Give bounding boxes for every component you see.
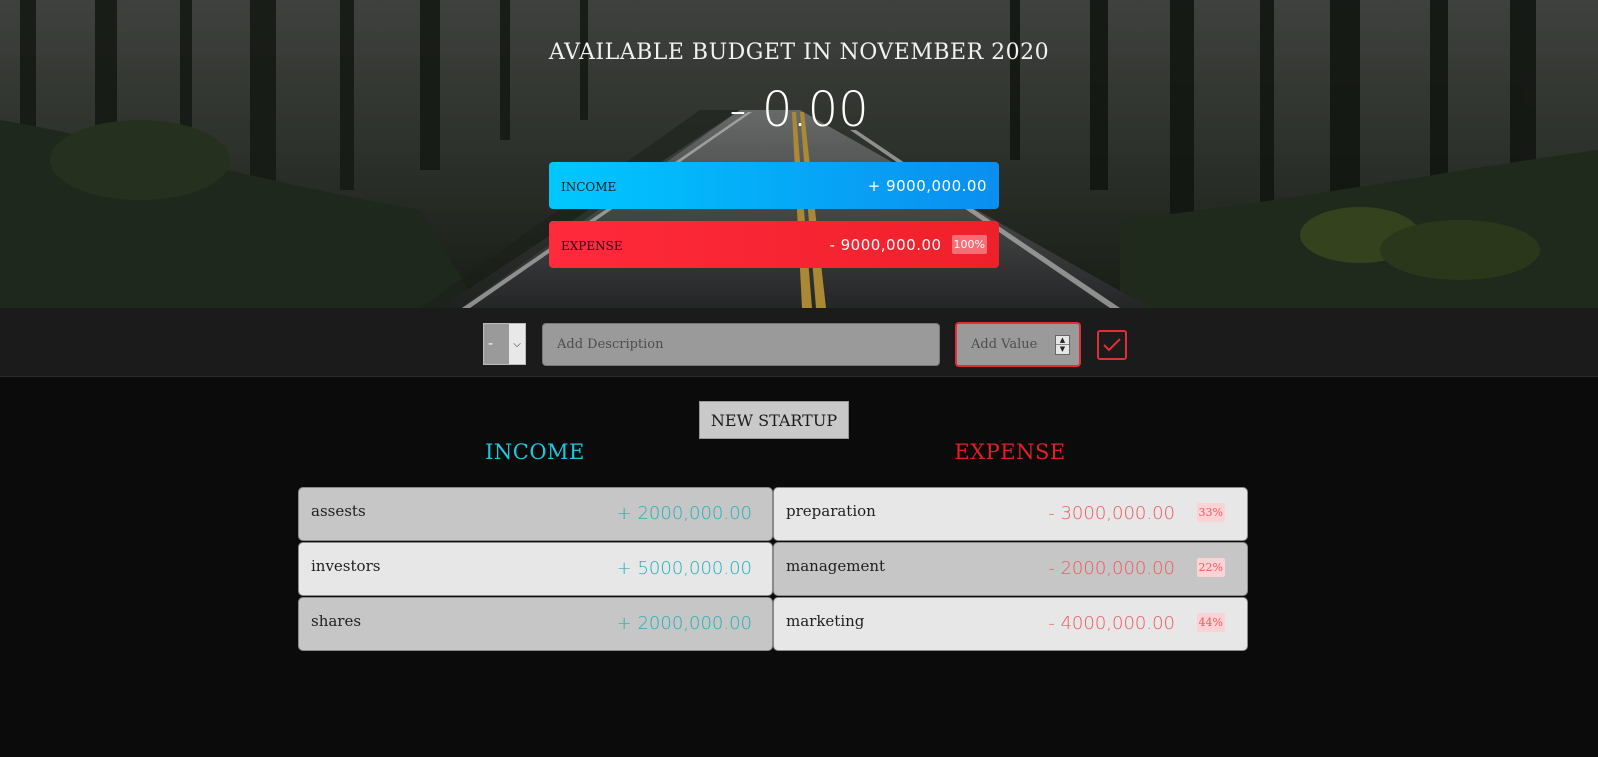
expense-item-percentage: 33% [1196, 503, 1225, 522]
description-input[interactable] [542, 323, 940, 366]
expense-summary-value: - 9000,000.00 [829, 235, 942, 254]
expense-item-description: management [786, 557, 886, 575]
type-select-value: - [488, 336, 494, 352]
income-item-value: + 5000,000.00 [616, 558, 752, 579]
income-item-value: + 2000,000.00 [616, 613, 752, 634]
value-input[interactable] [971, 337, 1051, 352]
income-summary-value: + 9000,000.00 [867, 176, 987, 195]
income-item[interactable]: investors + 5000,000.00 [298, 542, 773, 596]
expense-item[interactable]: management - 2000,000.00 22% [773, 542, 1248, 596]
expense-item-description: preparation [786, 502, 876, 520]
add-item-bar: - ⌵ ▲ ▼ [0, 308, 1598, 377]
expense-item[interactable]: preparation - 3000,000.00 33% [773, 487, 1248, 541]
income-list: assests + 2000,000.00 investors + 5000,0… [298, 487, 773, 652]
budget-title: AVAILABLE BUDGET IN NOVEMBER 2020 [548, 40, 1050, 65]
expense-item-value: - 3000,000.00 [1048, 503, 1175, 524]
income-list-title: INCOME [485, 440, 585, 464]
expense-list: preparation - 3000,000.00 33% management… [773, 487, 1248, 652]
expense-item-description: marketing [786, 612, 865, 630]
available-budget-value: - 0.00 [729, 82, 869, 138]
stepper-down-icon[interactable]: ▼ [1056, 345, 1069, 354]
expense-item-value: - 4000,000.00 [1048, 613, 1175, 634]
stepper-up-icon[interactable]: ▲ [1056, 336, 1069, 345]
expense-list-title: EXPENSE [954, 440, 1066, 464]
header-hero: AVAILABLE BUDGET IN NOVEMBER 2020 - 0.00… [0, 0, 1598, 308]
expense-item-percentage: 22% [1196, 558, 1225, 577]
income-item[interactable]: shares + 2000,000.00 [298, 597, 773, 651]
expense-summary-percentage: 100% [951, 235, 987, 254]
new-startup-button[interactable]: NEW STARTUP [699, 401, 849, 439]
value-field[interactable]: ▲ ▼ [955, 322, 1081, 367]
income-item-value: + 2000,000.00 [616, 503, 752, 524]
expense-item[interactable]: marketing - 4000,000.00 44% [773, 597, 1248, 651]
expense-summary-label: EXPENSE [561, 238, 623, 253]
income-summary-label: INCOME [561, 179, 617, 194]
income-summary: INCOME + 9000,000.00 [549, 162, 999, 209]
expense-item-value: - 2000,000.00 [1048, 558, 1175, 579]
type-select[interactable]: - ⌵ [483, 323, 526, 365]
add-item-button[interactable] [1097, 330, 1127, 360]
check-icon [1103, 338, 1121, 352]
expense-summary: EXPENSE - 9000,000.00 100% [549, 221, 999, 268]
value-stepper[interactable]: ▲ ▼ [1055, 334, 1070, 355]
expense-item-percentage: 44% [1196, 613, 1225, 632]
income-item[interactable]: assests + 2000,000.00 [298, 487, 773, 541]
income-item-description: shares [311, 612, 362, 630]
income-item-description: investors [311, 557, 381, 575]
chevron-down-icon[interactable]: ⌵ [509, 324, 525, 364]
income-item-description: assests [311, 502, 366, 520]
